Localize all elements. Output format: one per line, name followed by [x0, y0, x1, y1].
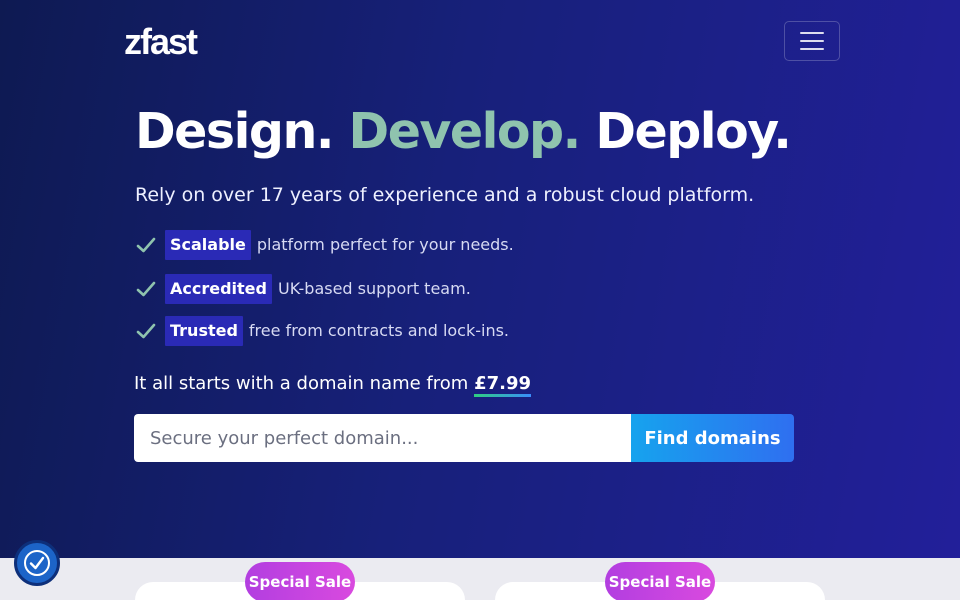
feature-tag: Trusted: [165, 316, 243, 346]
page-headline: Design. Develop. Deploy.: [135, 100, 792, 164]
accessibility-button[interactable]: [14, 540, 60, 586]
headline-develop: Develop.: [348, 103, 582, 160]
special-sale-badge: Special Sale: [245, 562, 355, 600]
hero-section: zfast Design. Develop. Deploy. Rely on o…: [0, 0, 960, 558]
price-text: It all starts with a domain name from: [134, 373, 469, 394]
accessibility-check-icon: [24, 550, 50, 576]
check-icon: [136, 323, 156, 339]
headline-design: Design.: [135, 103, 334, 160]
feature-tag: Accredited: [165, 274, 272, 304]
domain-price: £7.99: [474, 373, 531, 397]
check-icon: [136, 237, 156, 253]
feature-desc: platform perfect for your needs.: [256, 235, 514, 254]
domain-search-input[interactable]: [134, 414, 631, 462]
special-sale-badge: Special Sale: [605, 562, 715, 600]
domain-search-form: Find domains: [134, 414, 794, 462]
domain-price-line: It all starts with a domain name from £7…: [134, 371, 531, 397]
feature-item-accredited: Accredited UK-based support team.: [135, 274, 471, 304]
menu-toggle-button[interactable]: [784, 21, 840, 61]
hero-subtitle: Rely on over 17 years of experience and …: [135, 184, 755, 206]
feature-item-trusted: Trusted free from contracts and lock-ins…: [135, 316, 509, 346]
feature-item-scalable: Scalable platform perfect for your needs…: [135, 230, 514, 260]
feature-desc: free from contracts and lock-ins.: [248, 321, 510, 340]
feature-tag: Scalable: [165, 230, 251, 260]
find-domains-button[interactable]: Find domains: [631, 414, 794, 462]
check-icon: [136, 281, 156, 297]
feature-desc: UK-based support team.: [277, 279, 471, 298]
logo[interactable]: zfast: [124, 20, 198, 64]
hamburger-menu-icon: [800, 32, 824, 34]
headline-deploy: Deploy.: [595, 103, 792, 160]
